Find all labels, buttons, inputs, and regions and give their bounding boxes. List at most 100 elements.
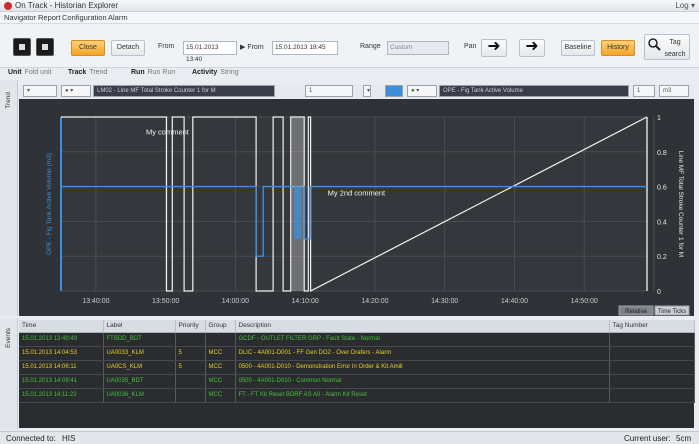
pan-label: Pan <box>464 43 477 50</box>
event-cell-group: MCC <box>205 346 236 361</box>
toolbar: Close Detach From 15.01.2013 13:40 ▶ Fro… <box>0 24 699 68</box>
from-field[interactable]: 15.01.2013 13:40 <box>183 41 237 63</box>
event-row[interactable]: 15.01.2013 14:06:11 UA0CS_KLM 5 MCC 0500 - 4… <box>19 360 695 375</box>
range-select[interactable]: Custom <box>387 41 449 55</box>
pen2-unit-field[interactable]: m3 <box>659 85 689 97</box>
sub-unit-label: Unit <box>8 69 22 76</box>
x-tick-label: 14:40:00 <box>501 298 528 305</box>
pen2-number-field[interactable]: 1 <box>633 85 655 97</box>
event-cell-label: UA0033_KLM <box>103 346 176 361</box>
close-button[interactable]: Close <box>71 40 105 56</box>
event-cell-time: 15.01.2013 13:49:49 <box>19 332 104 347</box>
pen1-dropdown-icon[interactable]: ▾ <box>363 85 371 97</box>
menu-alarm[interactable]: Alarm <box>108 13 128 22</box>
sub-run-label: Run <box>131 69 145 76</box>
y-right-axis-label: Line MF Total Stroke Counter 1 for M <box>677 151 684 257</box>
sub-unit[interactable]: Unit Fold unit <box>8 69 51 76</box>
sub-unit-value: Fold unit <box>24 69 52 76</box>
sub-run-value: Run Run <box>147 69 176 76</box>
pen2-color-select[interactable] <box>385 85 403 97</box>
event-cell-tag-number <box>609 374 695 389</box>
menu-report[interactable]: Report <box>38 13 61 22</box>
menu-configuration[interactable]: Configuration <box>62 13 107 22</box>
pan-right-arrow-icon[interactable]: ➜ <box>519 39 545 57</box>
events-table: Time Label Priority Group Description Ta… <box>19 320 695 403</box>
connected-label: Connected to: <box>6 434 56 443</box>
event-cell-priority: 5 <box>175 346 206 361</box>
pan-left-arrow-icon[interactable]: ➜ <box>481 39 507 57</box>
event-cell-tag-number <box>609 388 695 403</box>
event-cell-description: GCDF - OUTLET FILTER GRP - Fault State -… <box>235 332 610 347</box>
window-controls[interactable]: Log ▾ <box>675 1 695 10</box>
trend-chart-panel[interactable]: 13:40:00 13:50:00 14:00:00 14:10:00 14:20:00… <box>19 99 694 316</box>
col-priority[interactable]: Priority <box>175 320 206 333</box>
trend-strip[interactable]: Trend <box>0 80 18 316</box>
detach-button[interactable]: Detach <box>111 40 145 56</box>
event-row[interactable]: 15.01.2013 14:09:41 UA0035_BDT MCC 0500 - 4… <box>19 374 695 389</box>
selection-fill <box>294 186 302 239</box>
pen-selector-row: ▾ ● ▾ LM02 - Line MF Total Stroke Counte… <box>19 84 694 98</box>
baseline-button[interactable]: Baseline <box>561 40 595 56</box>
chart-annotation: My comment <box>146 127 190 136</box>
pen1-number-field[interactable]: 1 <box>305 85 353 97</box>
event-cell-description: 0500 - 4A001-D010 - Demonstration Error … <box>235 360 610 375</box>
col-time[interactable]: Time <box>19 320 104 333</box>
sub-track[interactable]: Track Trend <box>68 69 107 76</box>
event-row[interactable]: 15.01.2013 14:11:22 UA0036_KLM MCC FT - FT … <box>19 388 695 403</box>
event-cell-group: MCC <box>205 360 236 375</box>
plot-area <box>61 117 647 291</box>
menu-bar: Navigator Report Configuration Alarm <box>0 12 699 24</box>
trend-strip-label: Trend <box>5 92 12 109</box>
y-right-tick-label: 1 <box>657 115 661 122</box>
range-label: Range <box>360 43 381 50</box>
current-user-label: Current user: <box>624 434 671 443</box>
pen1-color-select[interactable]: ▾ <box>23 85 57 97</box>
pen1-tag-select[interactable]: LM02 - Line MF Total Stroke Counter 1 fo… <box>93 85 275 97</box>
sub-track-label: Track <box>68 69 87 76</box>
col-tag-number[interactable]: Tag Number <box>609 320 695 333</box>
to-field[interactable]: 15.01.2013 18:45 <box>272 41 338 55</box>
chart-tab-label: Time Ticks <box>658 309 686 315</box>
y-right-tick-label: 0.2 <box>657 254 667 261</box>
x-tick-label: 14:10:00 <box>292 298 319 305</box>
x-tick-label: 14:00:00 <box>222 298 249 305</box>
sub-track-value: Trend <box>89 69 108 76</box>
event-cell-time: 15.01.2013 14:04:53 <box>19 346 104 361</box>
tag-search-button[interactable]: Tag search <box>644 34 690 60</box>
event-cell-group: MCC <box>205 388 236 403</box>
connected-value: HIS <box>62 434 76 443</box>
event-cell-tag-number <box>609 332 695 347</box>
trend-chart[interactable]: 13:40:00 13:50:00 14:00:00 14:10:00 14:20:00… <box>19 99 694 316</box>
stop-square-icon[interactable] <box>13 38 31 56</box>
y-left-axis-label: OPE - Fig Tank Active Volume (m3) <box>46 153 53 255</box>
event-cell-time: 15.01.2013 14:09:41 <box>19 374 104 389</box>
pen2-type-select[interactable]: ● ▾ <box>407 85 437 97</box>
event-row[interactable]: 15.01.2013 14:04:53 UA0033_KLM 5 MCC DLIC - … <box>19 346 695 361</box>
x-tick-label: 13:40:00 <box>82 298 109 305</box>
event-cell-description: FT - FT Kit Reset BDRF AS A0 - Alarm Kit… <box>235 388 610 403</box>
events-strip-label: Events <box>5 328 12 348</box>
magnifier-icon <box>648 38 661 51</box>
col-description[interactable]: Description <box>235 320 610 333</box>
event-cell-priority: 5 <box>175 360 206 375</box>
stop-square-icon-2[interactable] <box>36 38 54 56</box>
event-cell-priority <box>175 388 206 403</box>
history-button[interactable]: History <box>601 40 635 56</box>
sub-run[interactable]: Run Run Run <box>131 69 175 76</box>
events-strip[interactable]: Events <box>0 318 18 430</box>
title-bar: On Track - Historian Explorer Log ▾ <box>0 0 699 12</box>
pen1-type-select[interactable]: ● ▾ <box>61 85 91 97</box>
event-cell-description: DLIC - 4A001-D001 - FF Gen DO2 - Over Dr… <box>235 346 610 361</box>
pen2-tag-select[interactable]: OPE - Fig Tank Active Volume <box>439 85 629 97</box>
event-cell-group: MCC <box>205 374 236 389</box>
event-cell-description: 0500 - 4A001-D010 - Common Normal <box>235 374 610 389</box>
event-row[interactable]: 15.01.2013 13:49:49 FTBDD_BDT GCDF - OUTLE… <box>19 332 695 347</box>
event-cell-priority <box>175 374 206 389</box>
event-cell-label: UA0036_KLM <box>103 388 176 403</box>
menu-navigator[interactable]: Navigator <box>4 13 36 22</box>
col-group[interactable]: Group <box>205 320 236 333</box>
sub-activity[interactable]: Activity String <box>192 69 239 76</box>
app-logo-icon <box>4 2 12 10</box>
col-label[interactable]: Label <box>103 320 176 333</box>
tag-search-label: Tag search <box>664 39 686 58</box>
